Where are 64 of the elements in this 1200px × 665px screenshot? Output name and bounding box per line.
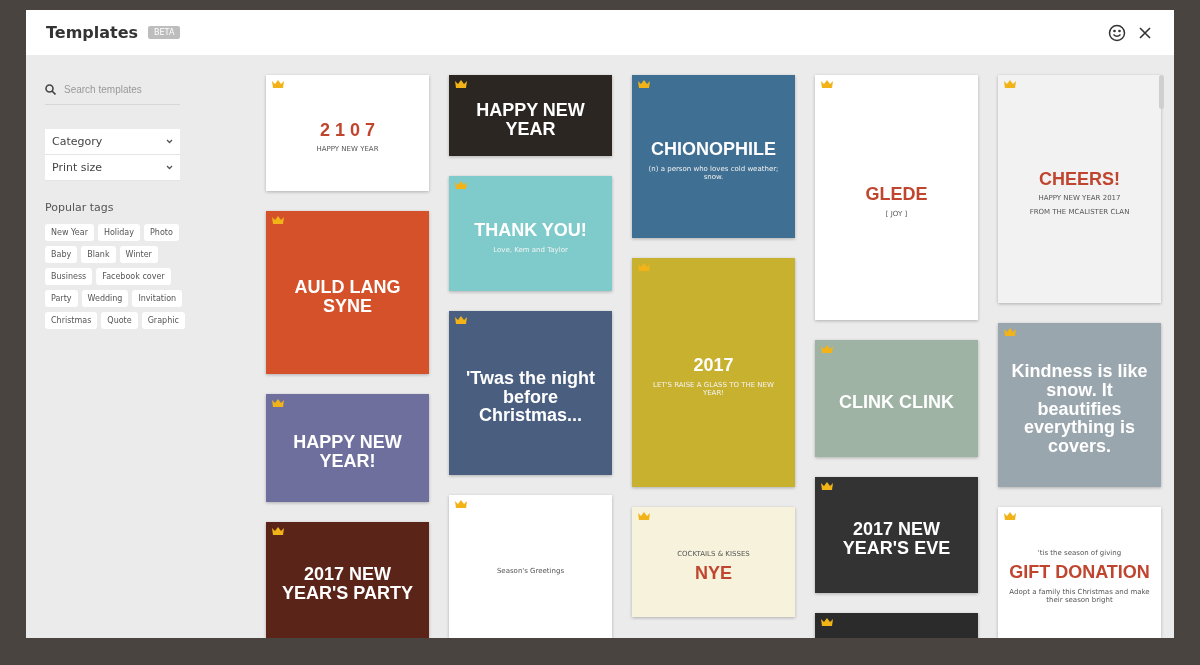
crown-icon <box>821 80 833 88</box>
crown-icon <box>455 80 467 88</box>
crown-icon <box>821 345 833 353</box>
tag-chip[interactable]: Winter <box>119 246 158 263</box>
tag-chip[interactable]: Holiday <box>97 224 140 241</box>
chevron-down-icon <box>166 139 173 144</box>
crown-icon <box>1004 512 1016 520</box>
tag-chip[interactable]: Invitation <box>132 290 183 307</box>
search-input[interactable]: Search templates <box>62 83 176 96</box>
tag-chip[interactable]: Business <box>45 268 93 285</box>
crown-icon <box>638 263 650 271</box>
crown-icon <box>638 512 650 520</box>
crown-icon <box>821 618 833 626</box>
tag-chip[interactable]: Facebook cover <box>96 268 171 285</box>
tag-chip[interactable]: Party <box>45 290 78 307</box>
beta-badge: BETA <box>148 26 181 39</box>
template-headline: THANK YOU! <box>474 221 587 240</box>
template-headline: AULD LANG SYNE <box>293 277 402 316</box>
template-headline: 2017 NEW YEAR'S EVE <box>841 520 952 558</box>
crown-icon <box>272 399 284 407</box>
template-headline: NYE <box>695 563 732 583</box>
crown-icon <box>272 80 284 88</box>
tag-chip[interactable]: New Year <box>45 224 94 241</box>
template-headline: HAPPY NEW YEAR! <box>292 433 403 471</box>
template-headline: 'Twas the night before Christmas... <box>465 368 596 426</box>
template-headline: HAPPY NEW YEAR <box>475 100 586 139</box>
template-card[interactable]: AULD LANG SYNE <box>266 211 429 374</box>
tag-chip[interactable]: Graphic <box>141 312 185 329</box>
template-card[interactable]: HAPPY NEW YEAR <box>449 75 612 156</box>
tag-chip[interactable]: Wedding <box>81 290 129 307</box>
crown-icon <box>272 527 284 535</box>
template-headline: GIFT DONATION <box>1009 563 1150 582</box>
tag-chip[interactable]: Quote <box>101 312 138 329</box>
dialog-title: Templates <box>46 23 139 42</box>
smiley-icon[interactable] <box>1108 23 1126 42</box>
template-card[interactable]: 'Twas the night before Christmas... <box>449 311 612 475</box>
template-headline: 2017 <box>693 356 734 375</box>
scrollbar-thumb[interactable] <box>1159 75 1164 109</box>
template-headline: CHEERS! <box>1039 169 1120 189</box>
template-card[interactable]: HAPPY NEW YEAR! <box>266 394 429 502</box>
search-field[interactable]: Search templates <box>45 79 180 105</box>
tags-heading: Popular tags <box>45 201 115 214</box>
template-card[interactable]: 2017 NEW YEAR'S EVE <box>815 477 978 593</box>
crown-icon <box>455 181 467 189</box>
crown-icon <box>455 316 467 324</box>
crown-icon <box>638 80 650 88</box>
search-icon <box>45 84 56 95</box>
template-headline: CLINK CLINK <box>839 393 954 412</box>
tag-chip[interactable]: Baby <box>45 246 78 263</box>
crown-icon <box>1004 80 1016 88</box>
template-card[interactable]: 2017 NEW YEAR'S PARTY <box>266 522 429 638</box>
crown-icon <box>821 482 833 490</box>
crown-icon <box>455 500 467 508</box>
tag-chip[interactable]: Christmas <box>45 312 98 329</box>
crown-icon <box>272 216 284 224</box>
chevron-down-icon <box>166 165 173 170</box>
template-headline: Kindness is like snow. It beautifies everything is covers. <box>1010 361 1149 457</box>
tag-chip[interactable]: Photo <box>144 224 179 241</box>
crown-icon <box>1004 328 1016 336</box>
template-headline: GLEDE <box>865 185 928 204</box>
template-headline: CHIONOPHILE <box>651 140 776 159</box>
tag-chip[interactable]: Blank <box>81 246 116 263</box>
template-headline: 2017 NEW YEAR'S PARTY <box>281 565 414 603</box>
template-headline: 2 1 0 7 <box>319 120 375 140</box>
